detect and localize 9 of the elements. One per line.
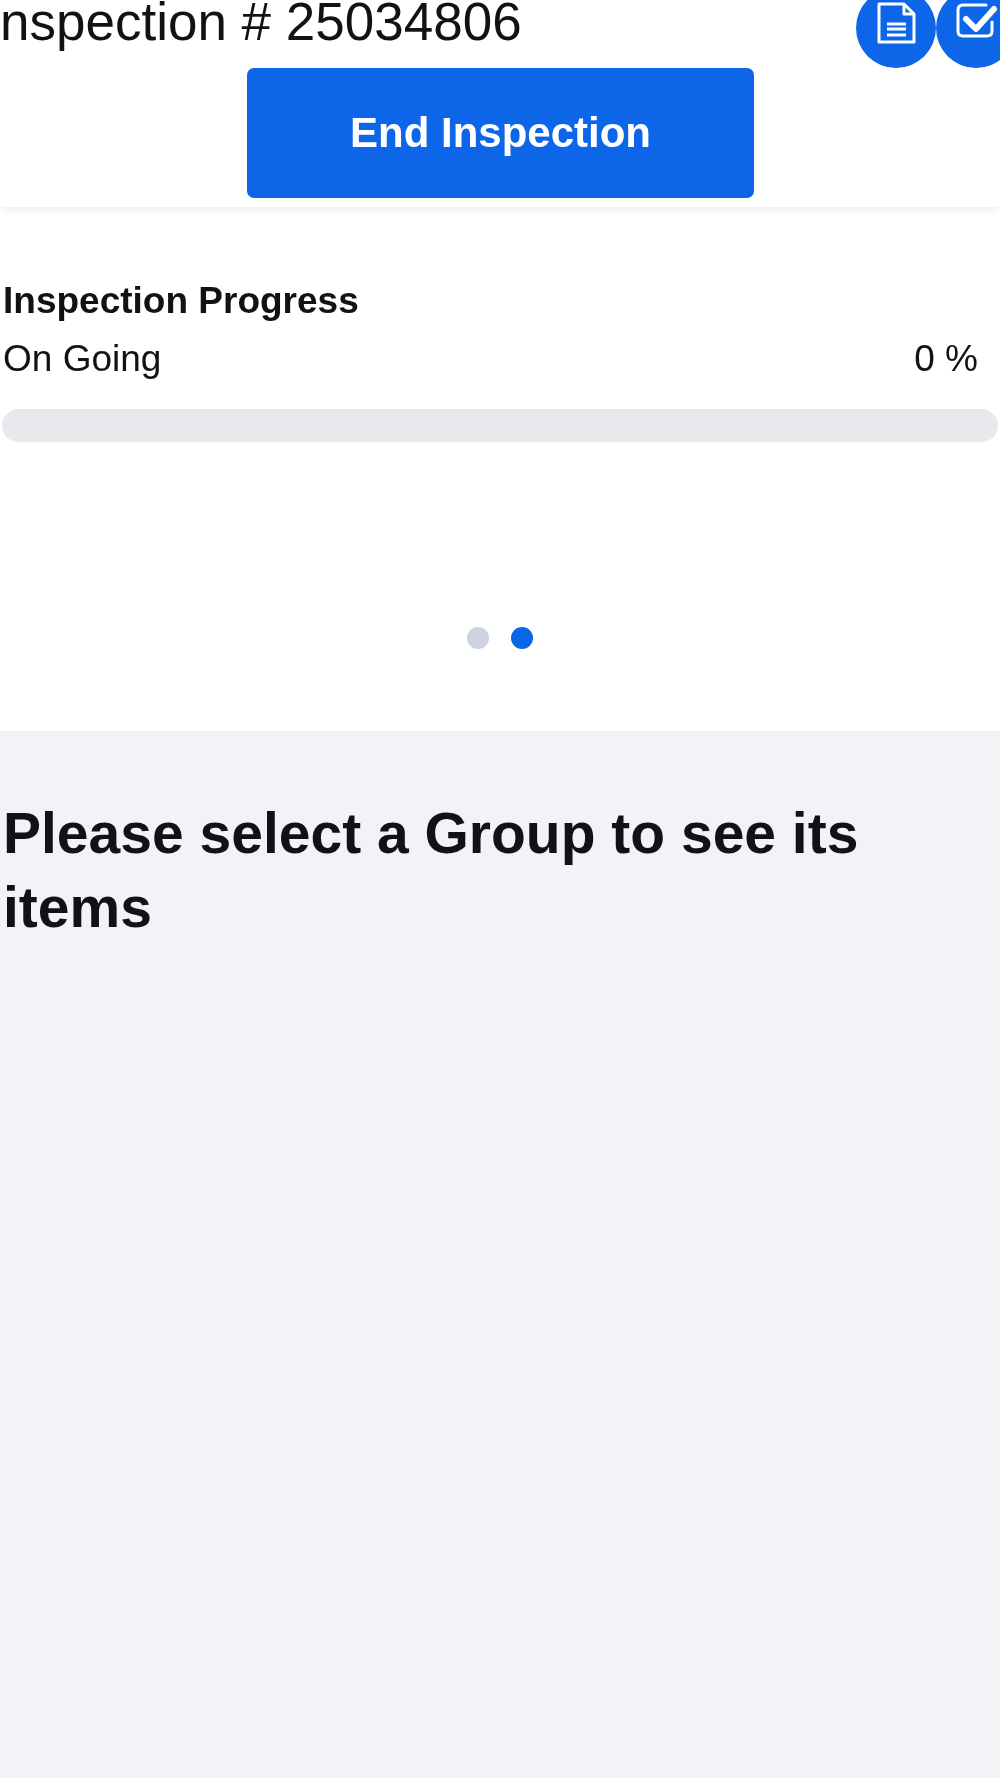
checkbox-icon[interactable] bbox=[936, 0, 1000, 68]
progress-title: Inspection Progress bbox=[3, 279, 359, 323]
page-dot[interactable] bbox=[467, 627, 489, 649]
page-dot[interactable] bbox=[511, 627, 533, 649]
document-icon[interactable] bbox=[856, 0, 936, 68]
end-inspection-button[interactable]: End Inspection bbox=[247, 68, 754, 198]
empty-state-message: Please select a Group to see its items bbox=[3, 800, 860, 941]
progress-reading: 0 % bbox=[914, 337, 978, 381]
progress-status: On Going bbox=[3, 337, 162, 381]
